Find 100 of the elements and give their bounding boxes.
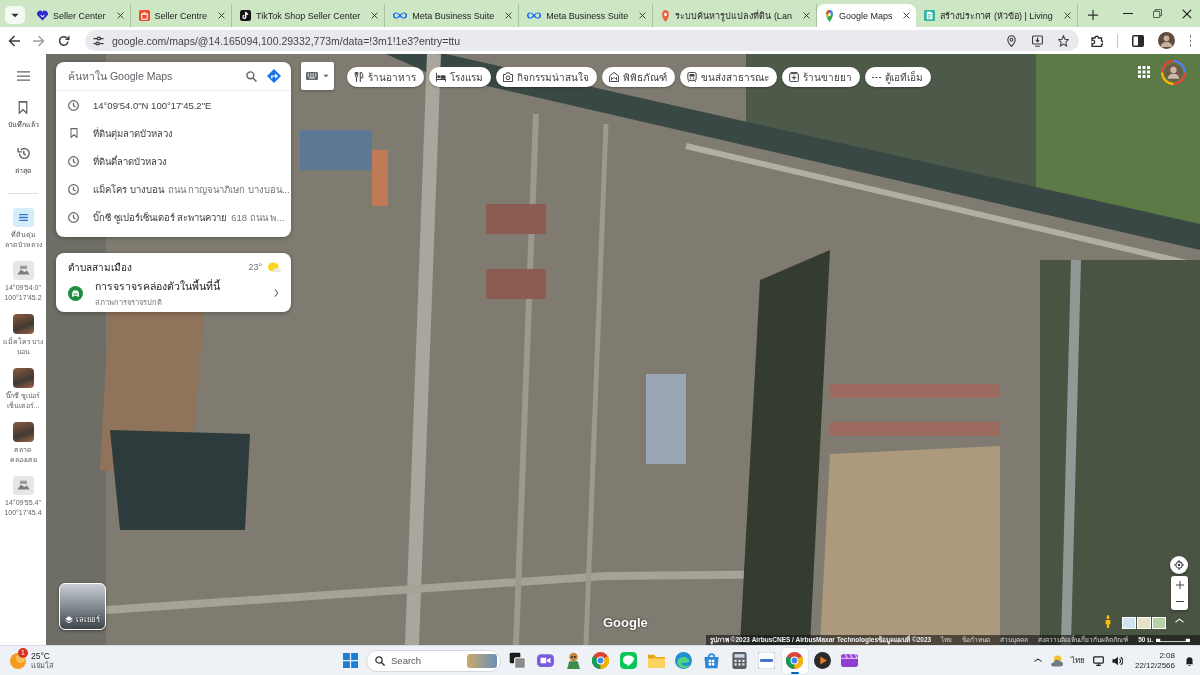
place-name: ตำบลสามเมือง [68, 260, 133, 275]
suggestion-item[interactable]: 14°09'54.0"N 100°17'45.2"E [56, 91, 291, 119]
start-icon[interactable] [342, 653, 358, 668]
account-avatar[interactable] [1161, 60, 1186, 85]
star-icon[interactable] [1058, 34, 1069, 47]
directions-icon[interactable] [267, 69, 281, 83]
suggestion-item[interactable]: ที่ดินตุ่มลาดบัวหลวง [56, 119, 291, 147]
camera-icon [503, 72, 513, 82]
apps-grid-icon[interactable] [1138, 66, 1150, 78]
photo-placeholder [467, 653, 498, 668]
monitor-icon[interactable] [1092, 655, 1104, 666]
address-bar[interactable]: google.com/maps/@14.165094,100.29332,773m/data=!3m1!1e3?entry=ttu [85, 30, 1079, 51]
search-icon[interactable] [246, 70, 257, 82]
map-tile-icon [12, 261, 34, 280]
reload-icon[interactable] [58, 34, 70, 47]
suggestion-item[interactable]: ที่ดินตี๋ลาดบัวหลวง [56, 147, 291, 175]
chevron-up-icon[interactable] [1033, 658, 1042, 663]
sun-cloud-icon [268, 261, 281, 273]
category-chip[interactable]: ร้านอาหาร [347, 67, 424, 87]
more-menu-icon[interactable] [1189, 34, 1192, 47]
close-icon[interactable] [639, 12, 647, 19]
close-icon[interactable] [903, 12, 911, 19]
bookmark-icon [18, 101, 28, 114]
site-settings-icon[interactable] [93, 35, 104, 46]
category-chip[interactable]: ตู้เอทีเอ็ม [865, 67, 931, 87]
layers-icon [65, 616, 73, 624]
menu-icon[interactable] [16, 71, 30, 81]
close-icon[interactable] [218, 12, 226, 19]
category-chip[interactable]: ร้านขายยา [782, 67, 860, 87]
heart-icon [37, 10, 48, 21]
search-icon [375, 655, 386, 666]
map-logo: Google [603, 615, 648, 630]
imagery-thumbnail[interactable] [1137, 617, 1151, 629]
puzzle-icon[interactable] [1091, 34, 1103, 47]
imagery-thumbnail[interactable] [1152, 617, 1166, 629]
tab-search-button[interactable] [5, 6, 25, 24]
profile-avatar[interactable] [1158, 32, 1175, 49]
calculator-icon [730, 652, 748, 669]
wave-logo-icon [675, 652, 693, 669]
close-icon[interactable] [1182, 8, 1192, 19]
shopping-bag-icon [138, 10, 150, 21]
location-pin-icon[interactable] [1006, 34, 1017, 47]
input-tools-button[interactable] [301, 62, 334, 90]
music-note-icon [240, 10, 252, 21]
utensils-icon [354, 72, 364, 82]
app-tile-icon [758, 652, 776, 669]
back-arrow-icon[interactable] [8, 34, 20, 47]
store-bag-icon [703, 652, 721, 669]
cloud-sun-icon[interactable] [1049, 654, 1063, 667]
crosshair-icon [1174, 560, 1184, 570]
close-icon[interactable] [1063, 12, 1071, 19]
suggestion-item[interactable]: บิ๊กซี ซูเปอร์เซ็นเตอร์ สะพานควาย 618 ถนน พ... [56, 203, 291, 231]
close-icon[interactable] [371, 12, 379, 19]
clock-icon [68, 211, 79, 223]
bookmark-icon [70, 128, 78, 138]
speaker-icon[interactable] [1111, 655, 1123, 666]
minus-icon [1175, 600, 1184, 603]
imagery-thumbnail[interactable] [1122, 617, 1136, 629]
language-indicator[interactable]: ไทย [1070, 654, 1085, 667]
clock-icon [68, 183, 79, 195]
category-chip[interactable]: โรงแรม [429, 67, 491, 87]
list-icon [12, 208, 34, 227]
pharmacy-icon [789, 72, 799, 82]
suggestion-item[interactable]: แม็คโคร บางบอน ถนน กาญจนาภิเษก บางบอน... [56, 175, 291, 203]
install-app-icon[interactable] [1032, 34, 1043, 47]
film-icon [841, 652, 859, 669]
category-chip[interactable]: กิจกรรมน่าสนใจ [496, 67, 597, 87]
side-panel-icon[interactable] [1132, 34, 1144, 47]
browser-tab[interactable]: Google Maps [816, 4, 917, 27]
caret-icon [323, 74, 329, 78]
atm-icon [872, 75, 881, 79]
map-pin-icon [661, 9, 671, 22]
map-tile-icon [12, 476, 34, 495]
history-icon [16, 147, 30, 160]
task-view-icon [509, 652, 527, 669]
infinity-icon [393, 11, 408, 20]
close-icon[interactable] [116, 12, 124, 19]
clock-icon [68, 99, 79, 111]
close-icon[interactable] [802, 12, 810, 19]
chat-bubble-icon [619, 652, 637, 669]
restore-icon[interactable] [1153, 9, 1162, 18]
keyboard-icon [306, 72, 318, 80]
caret-icon [11, 12, 19, 18]
pegman-icon[interactable] [1104, 615, 1112, 628]
play-icon [813, 652, 831, 669]
museum-icon [609, 72, 619, 82]
close-icon[interactable] [505, 12, 513, 19]
taskbar-search-field[interactable]: Search [366, 649, 502, 672]
maps-search-field[interactable]: ค้นหาใน Google Maps [68, 70, 236, 82]
temperature-text: 23° [248, 262, 262, 272]
scale-bar [1156, 638, 1190, 642]
category-chip[interactable]: พิพิธภัณฑ์ [602, 67, 675, 87]
round-logo-icon [786, 652, 804, 669]
category-chip[interactable]: ขนส่งสาธารณะ [680, 67, 777, 87]
clock[interactable]: 2:08 22/12/2566 [1134, 650, 1175, 671]
new-tab-icon[interactable] [1087, 10, 1098, 20]
car-icon [68, 285, 83, 301]
bell-icon[interactable] [1185, 655, 1194, 666]
photo-placeholder [12, 314, 34, 334]
photo-placeholder [12, 422, 34, 442]
